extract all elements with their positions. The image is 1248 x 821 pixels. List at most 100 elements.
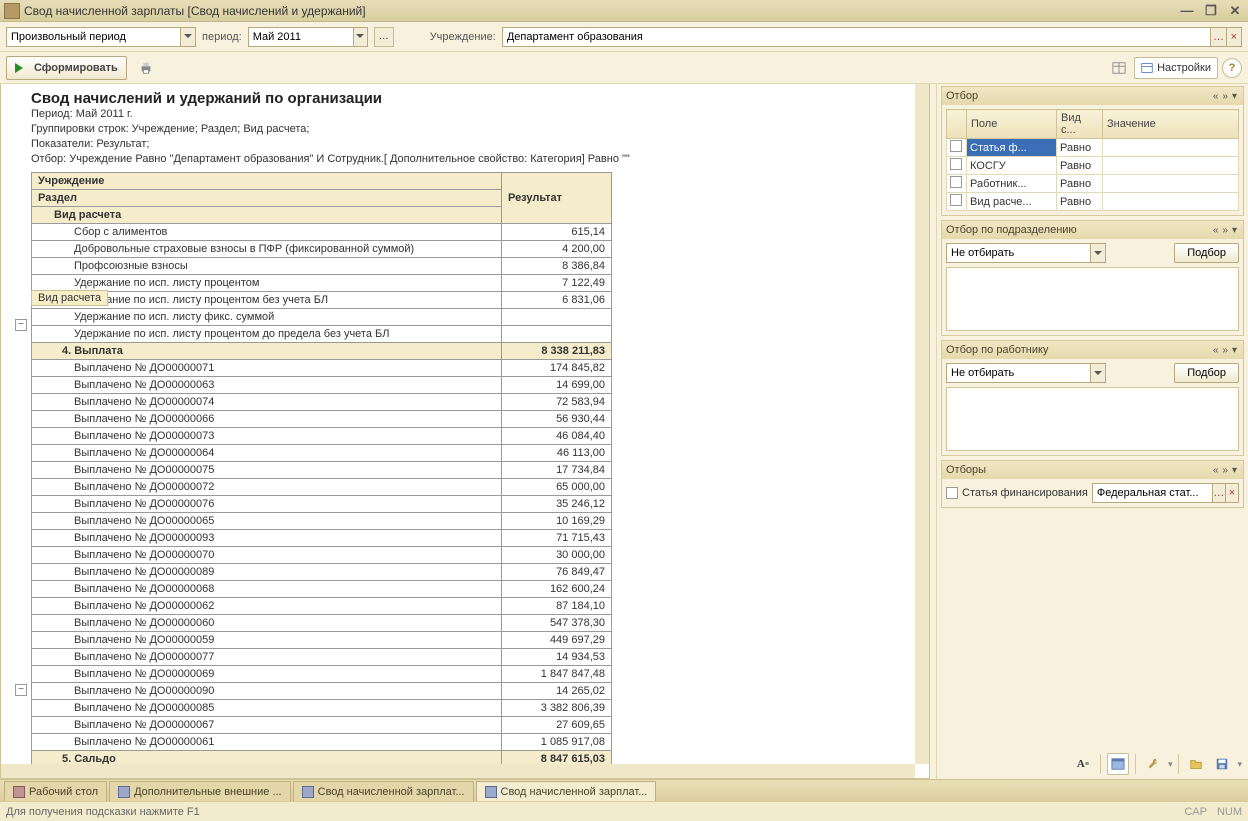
table-row[interactable]: Добровольные страховые взносы в ПФР (фик… [32,241,612,258]
collapse-icon[interactable]: − [15,319,27,331]
tab-bar: Рабочий столДополнительные внешние ...Св… [0,779,1248,801]
col-comparison[interactable]: Вид с... [1057,110,1103,139]
report-title: Свод начислений и удержаний по организац… [31,90,925,107]
wrench-button[interactable] [1142,753,1164,775]
table-row[interactable]: Выплачено № ДО00000059449 697,29 [32,632,612,649]
help-button[interactable]: ? [1222,58,1242,78]
checkbox[interactable] [950,140,962,152]
filter-table[interactable]: Поле Вид с... Значение Статья ф...РавноК… [946,109,1239,211]
save-button[interactable] [1211,753,1233,775]
filter-title: Отбор [946,90,1211,102]
table-view-button[interactable] [1108,57,1130,79]
table-row[interactable]: Выплачено № ДО0000007265 000,00 [32,479,612,496]
settings-button[interactable]: Настройки [1134,57,1218,79]
ellipsis-icon[interactable]: … [1212,484,1225,502]
dept-combo[interactable] [946,243,1106,263]
window-tab[interactable]: Свод начисленной зарплат... [293,781,474,801]
open-button[interactable] [1185,753,1207,775]
table-row[interactable]: Выплачено № ДО000000691 847 847,48 [32,666,612,683]
panel-menu-icon[interactable]: ▾ [1230,91,1239,102]
panel-prev-icon[interactable]: « [1211,91,1221,102]
period-input[interactable] [249,28,353,46]
horizontal-scrollbar[interactable] [1,764,915,778]
table-row[interactable]: Выплачено № ДО000000853 382 806,39 [32,700,612,717]
dept-list[interactable] [946,267,1239,331]
checkbox[interactable] [950,158,962,170]
period-combo[interactable] [248,27,368,47]
table-row[interactable]: 4. Выплата8 338 211,83 [32,343,612,360]
period-type-dropdown-icon[interactable] [180,28,195,46]
restore-button[interactable]: ❐ [1202,4,1220,18]
table-row[interactable]: Выплачено № ДО0000007714 934,53 [32,649,612,666]
close-button[interactable]: ✕ [1226,4,1244,18]
table-row[interactable]: Выплачено № ДО0000009371 715,43 [32,530,612,547]
table-row[interactable]: Удержание по исп. листу фикс. суммой [32,309,612,326]
table-row[interactable]: Выплачено № ДО000000611 085 917,08 [32,734,612,751]
font-button[interactable]: A≡ [1072,753,1094,775]
vertical-scrollbar[interactable] [915,84,929,764]
table-row[interactable]: Выплачено № ДО00000068162 600,24 [32,581,612,598]
checkbox[interactable] [950,194,962,206]
floating-header: Вид расчета [31,290,108,306]
table-row[interactable]: Выплачено № ДО0000007472 583,94 [32,394,612,411]
table-row[interactable]: Выплачено № ДО0000007635 246,12 [32,496,612,513]
layout-button[interactable] [1107,753,1129,775]
emp-combo[interactable] [946,363,1106,383]
emp-list[interactable] [946,387,1239,451]
window-tab[interactable]: Рабочий стол [4,781,107,801]
bottom-toolbar: A≡ ▾ ▾ [937,749,1248,779]
sel-combo[interactable]: … × [1092,483,1239,503]
dept-pick-button[interactable]: Подбор [1174,243,1239,263]
period-picker-button[interactable]: … [374,27,394,47]
chevron-down-icon[interactable] [1090,364,1105,382]
print-button[interactable] [135,57,157,79]
sel-checkbox[interactable] [946,487,958,499]
checkbox[interactable] [950,176,962,188]
dept-title: Отбор по подразделению [946,224,1211,236]
window-tab[interactable]: Дополнительные внешние ... [109,781,291,801]
col-value[interactable]: Значение [1103,110,1239,139]
table-row[interactable]: Выплачено № ДО0000007517 734,84 [32,462,612,479]
collapse-icon[interactable]: − [15,684,27,696]
table-row[interactable]: Профсоюзные взносы8 386,84 [32,258,612,275]
period-type-combo[interactable] [6,27,196,47]
tab-icon [118,786,130,798]
org-combo[interactable]: … × [502,27,1242,47]
table-row[interactable]: Выплачено № ДО0000008976 849,47 [32,564,612,581]
emp-pick-button[interactable]: Подбор [1174,363,1239,383]
filter-row[interactable]: Вид расче...Равно [947,193,1239,211]
org-picker-icon[interactable]: … [1210,28,1225,46]
table-row[interactable]: Выплачено № ДО0000006314 699,00 [32,377,612,394]
org-input[interactable] [503,28,1210,46]
window-title: Свод начисленной зарплаты [Свод начислен… [24,4,366,18]
settings-pane: Отбор « » ▾ Поле Вид с... Значение Стать… [936,84,1248,779]
filter-row[interactable]: Статья ф...Равно [947,139,1239,157]
table-row[interactable]: Выплачено № ДО0000006446 113,00 [32,445,612,462]
org-clear-icon[interactable]: × [1226,28,1241,46]
minimize-button[interactable]: — [1178,4,1196,18]
clear-icon[interactable]: × [1225,484,1238,502]
table-row[interactable]: Выплачено № ДО0000007346 084,40 [32,428,612,445]
filter-row[interactable]: КОСГУРавно [947,157,1239,175]
table-row[interactable]: Удержание по исп. листу процентом до пре… [32,326,612,343]
report-table: УчреждениеРезультат Раздел Вид расчета С… [31,172,612,779]
table-row[interactable]: Выплачено № ДО0000006656 930,44 [32,411,612,428]
generate-button[interactable]: Сформировать [6,56,127,80]
panel-next-icon[interactable]: » [1220,91,1230,102]
table-row[interactable]: Удержание по исп. листу процентом7 122,4… [32,275,612,292]
chevron-down-icon[interactable] [1090,244,1105,262]
filter-row[interactable]: Работник...Равно [947,175,1239,193]
table-row[interactable]: Выплачено № ДО0000006287 184,10 [32,598,612,615]
period-type-input[interactable] [7,28,180,46]
col-field[interactable]: Поле [967,110,1057,139]
table-row[interactable]: Удержание по исп. листу процентом без уч… [32,292,612,309]
table-row[interactable]: Выплачено № ДО0000006510 169,29 [32,513,612,530]
table-row[interactable]: Сбор с алиментов615,14 [32,224,612,241]
table-row[interactable]: Выплачено № ДО0000006727 609,65 [32,717,612,734]
table-row[interactable]: Выплачено № ДО00000060547 378,30 [32,615,612,632]
table-row[interactable]: Выплачено № ДО0000007030 000,00 [32,547,612,564]
table-row[interactable]: Выплачено № ДО00000071174 845,82 [32,360,612,377]
window-tab[interactable]: Свод начисленной зарплат... [476,781,657,801]
period-dropdown-icon[interactable] [353,28,367,46]
table-row[interactable]: Выплачено № ДО0000009014 265,02 [32,683,612,700]
